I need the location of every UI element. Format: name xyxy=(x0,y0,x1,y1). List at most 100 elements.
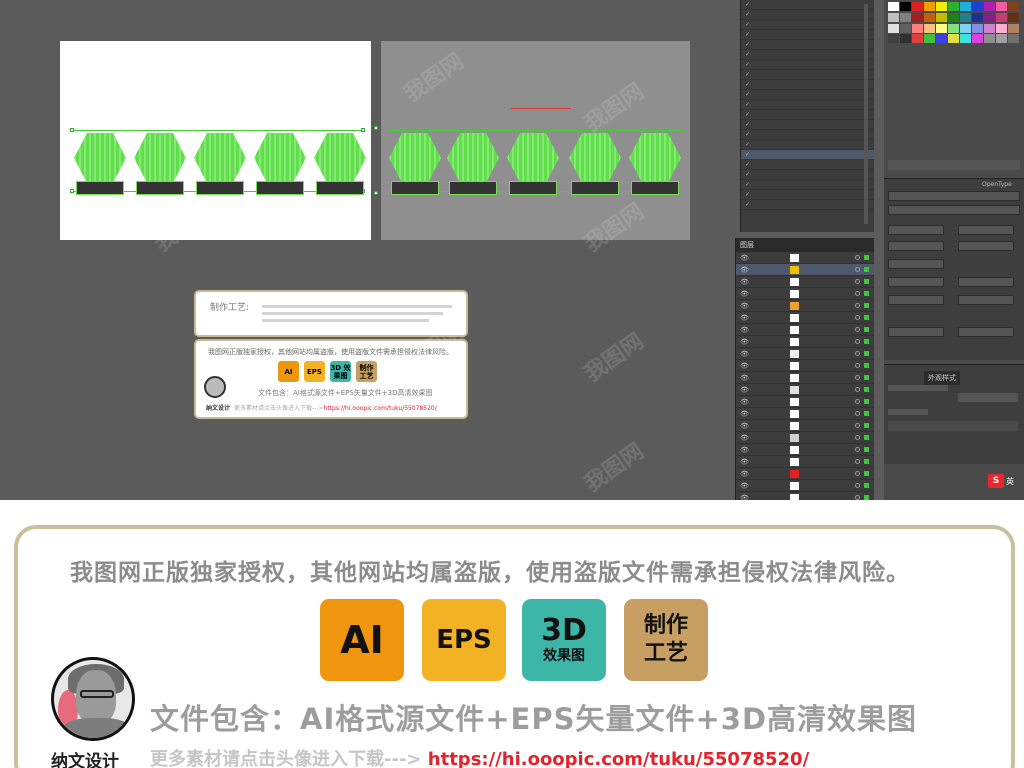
layer-row[interactable]: 👁 xyxy=(736,312,874,324)
color-swatch[interactable] xyxy=(888,34,899,44)
color-swatch[interactable] xyxy=(996,34,1007,44)
selection-color-icon[interactable] xyxy=(864,255,869,260)
color-swatch[interactable] xyxy=(948,2,959,11)
color-swatch[interactable] xyxy=(924,12,935,22)
layer-item[interactable]: ✓ xyxy=(741,90,874,100)
target-icon[interactable] xyxy=(855,303,860,308)
target-icon[interactable] xyxy=(855,327,860,332)
language-field[interactable] xyxy=(958,295,1014,305)
selection-color-icon[interactable] xyxy=(864,483,869,488)
appearance-row[interactable] xyxy=(888,385,948,391)
target-icon[interactable] xyxy=(855,279,860,284)
eye-icon[interactable]: 👁 xyxy=(740,338,749,346)
author-avatar[interactable] xyxy=(51,657,135,741)
selection-color-icon[interactable] xyxy=(864,279,869,284)
color-swatch[interactable] xyxy=(900,34,911,44)
layer-item[interactable]: ✓ xyxy=(741,200,874,210)
target-icon[interactable] xyxy=(855,399,860,404)
color-swatch[interactable] xyxy=(924,34,935,44)
visibility-check-icon[interactable]: ✓ xyxy=(745,151,750,158)
eye-icon[interactable]: 👁 xyxy=(740,410,749,418)
visibility-check-icon[interactable]: ✓ xyxy=(745,201,750,208)
color-swatch[interactable] xyxy=(1008,2,1019,11)
color-swatch[interactable] xyxy=(948,34,959,44)
sign-graphic[interactable] xyxy=(447,133,499,195)
tracking-field[interactable] xyxy=(958,241,1014,251)
color-swatch[interactable] xyxy=(912,34,923,44)
visibility-check-icon[interactable]: ✓ xyxy=(745,31,750,38)
selection-color-icon[interactable] xyxy=(864,411,869,416)
layer-row[interactable]: 👁 xyxy=(736,360,874,372)
eye-icon[interactable]: 👁 xyxy=(740,386,749,394)
color-swatch[interactable] xyxy=(960,2,971,11)
layer-row[interactable]: 👁 xyxy=(736,468,874,480)
appearance-row[interactable] xyxy=(888,409,928,415)
font-family-field[interactable] xyxy=(888,191,1020,201)
layer-item[interactable]: ✓ xyxy=(741,170,874,180)
sign-graphic[interactable] xyxy=(314,133,366,195)
color-swatch[interactable] xyxy=(996,12,1007,22)
visibility-check-icon[interactable]: ✓ xyxy=(745,51,750,58)
layer-row[interactable]: 👁 xyxy=(736,252,874,264)
color-swatch[interactable] xyxy=(912,12,923,22)
layer-item[interactable]: ✓ xyxy=(741,70,874,80)
selection-color-icon[interactable] xyxy=(864,459,869,464)
color-swatch[interactable] xyxy=(960,34,971,44)
layer-item[interactable]: ✓ xyxy=(741,100,874,110)
eye-icon[interactable]: 👁 xyxy=(740,266,749,274)
eye-icon[interactable]: 👁 xyxy=(740,362,749,370)
tab-appearance[interactable]: 外观样式 xyxy=(924,371,960,385)
layer-row[interactable]: 👁 xyxy=(736,456,874,468)
layer-row[interactable]: 👁 xyxy=(736,264,874,276)
snap-field[interactable] xyxy=(958,327,1014,337)
color-swatch[interactable] xyxy=(996,23,1007,33)
layer-row[interactable]: 👁 xyxy=(736,324,874,336)
ime-icon[interactable]: S xyxy=(988,474,1004,488)
selection-color-icon[interactable] xyxy=(864,447,869,452)
visibility-check-icon[interactable]: ✓ xyxy=(745,61,750,68)
eye-icon[interactable]: 👁 xyxy=(740,434,749,442)
sign-graphic[interactable] xyxy=(507,133,559,195)
color-swatch[interactable] xyxy=(912,23,923,33)
layer-item[interactable]: ✓ xyxy=(741,190,874,200)
horizontal-scale-field[interactable] xyxy=(888,277,944,287)
sign-graphic[interactable] xyxy=(629,133,681,195)
layer-item[interactable]: ✓ xyxy=(741,10,874,20)
color-swatch[interactable] xyxy=(960,12,971,22)
selection-color-icon[interactable] xyxy=(864,471,869,476)
visibility-check-icon[interactable]: ✓ xyxy=(745,41,750,48)
color-swatch[interactable] xyxy=(972,34,983,44)
visibility-check-icon[interactable]: ✓ xyxy=(745,161,750,168)
visibility-check-icon[interactable]: ✓ xyxy=(745,111,750,118)
layers-panel[interactable]: 图层 👁 👁 👁 👁 👁 👁 👁 👁 👁 👁 👁 👁 👁 👁 👁 👁 👁 👁 👁 👁 👁 xyxy=(735,238,874,504)
target-icon[interactable] xyxy=(855,471,860,476)
color-swatch[interactable] xyxy=(936,34,947,44)
selection-color-icon[interactable] xyxy=(864,423,869,428)
target-icon[interactable] xyxy=(855,267,860,272)
rotation-field[interactable] xyxy=(888,295,944,305)
color-swatch[interactable] xyxy=(924,23,935,33)
font-style-field[interactable] xyxy=(888,205,1020,215)
layer-row[interactable]: 👁 xyxy=(736,384,874,396)
kerning-field[interactable] xyxy=(888,241,944,251)
ime-language[interactable]: 英 xyxy=(1006,476,1014,487)
layer-row[interactable]: 👁 xyxy=(736,408,874,420)
layer-row[interactable]: 👁 xyxy=(736,300,874,312)
color-swatch[interactable] xyxy=(996,2,1007,11)
color-swatch[interactable] xyxy=(948,23,959,33)
layer-item[interactable]: ✓ xyxy=(741,130,874,140)
color-swatch[interactable] xyxy=(960,23,971,33)
color-swatch[interactable] xyxy=(924,2,935,11)
selection-color-icon[interactable] xyxy=(864,339,869,344)
tab-layers[interactable]: 图层 xyxy=(736,238,874,252)
visibility-check-icon[interactable]: ✓ xyxy=(745,131,750,138)
layer-row[interactable]: 👁 xyxy=(736,276,874,288)
sign-graphic[interactable] xyxy=(389,133,441,195)
layer-item[interactable]: ✓ xyxy=(741,140,874,150)
color-swatch[interactable] xyxy=(984,23,995,33)
visibility-check-icon[interactable]: ✓ xyxy=(745,91,750,98)
character-panel[interactable]: OpenType xyxy=(884,178,1024,360)
eye-icon[interactable]: 👁 xyxy=(740,290,749,298)
visibility-check-icon[interactable]: ✓ xyxy=(745,121,750,128)
layer-item[interactable]: ✓ xyxy=(741,40,874,50)
